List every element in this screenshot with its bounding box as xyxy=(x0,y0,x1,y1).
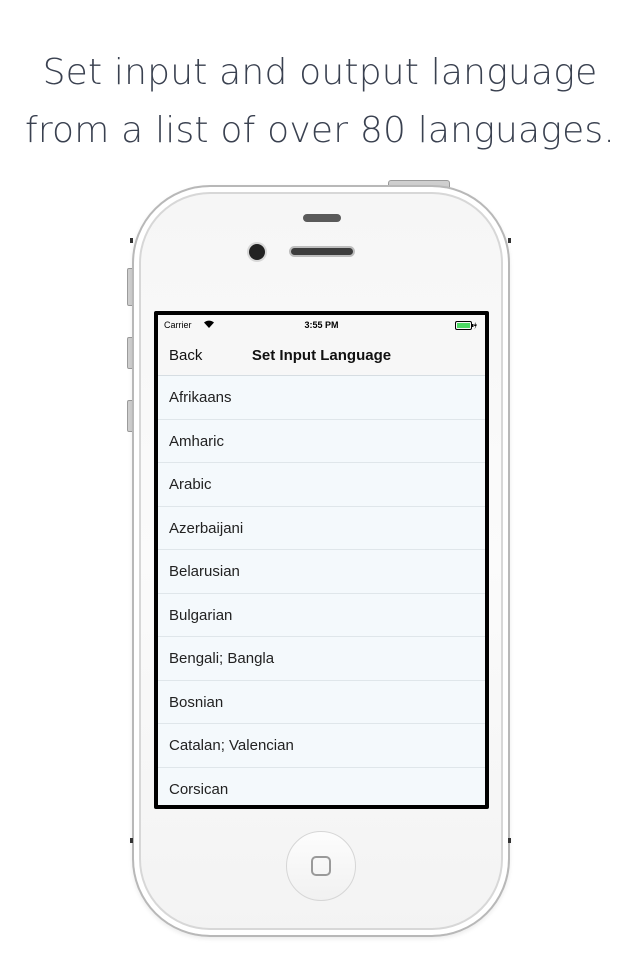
language-row[interactable]: Bosnian xyxy=(158,680,485,724)
home-button-icon xyxy=(311,856,331,876)
language-row[interactable]: Azerbaijani xyxy=(158,506,485,550)
battery-charging-icon xyxy=(455,321,477,330)
promo-line-2: from a list of over 80 languages. xyxy=(24,110,616,151)
front-camera-icon xyxy=(249,244,265,260)
language-row[interactable]: Amharic xyxy=(158,419,485,463)
app-view: Carrier 3:55 PM Back Set Input Language … xyxy=(158,315,485,805)
language-list: Afrikaans Amharic Arabic Azerbaijani Belarus… xyxy=(158,376,485,805)
language-row[interactable]: Catalan; Valencian xyxy=(158,724,485,768)
proximity-sensor xyxy=(303,214,341,222)
promo-headline: Set input and output language from a lis… xyxy=(0,44,640,160)
phone-screen: Carrier 3:55 PM Back Set Input Language … xyxy=(154,311,489,809)
status-time: 3:55 PM xyxy=(304,320,339,330)
language-row[interactable]: Corsican xyxy=(158,767,485,805)
home-button[interactable] xyxy=(286,831,356,901)
promo-line-1: Set input and output language xyxy=(42,52,598,93)
navigation-bar: Back Set Input Language xyxy=(158,335,485,376)
nav-title: Set Input Language xyxy=(251,347,392,364)
antenna-strip xyxy=(130,238,133,243)
status-bar: Carrier 3:55 PM xyxy=(158,315,485,335)
language-row[interactable]: Afrikaans xyxy=(158,376,485,420)
antenna-strip xyxy=(508,238,511,243)
antenna-strip xyxy=(508,838,511,843)
earpiece-speaker xyxy=(289,246,355,257)
language-row[interactable]: Belarusian xyxy=(158,550,485,594)
language-row[interactable]: Bulgarian xyxy=(158,593,485,637)
language-row[interactable]: Arabic xyxy=(158,463,485,507)
antenna-strip xyxy=(130,838,133,843)
language-row[interactable]: Bengali; Bangla xyxy=(158,637,485,681)
